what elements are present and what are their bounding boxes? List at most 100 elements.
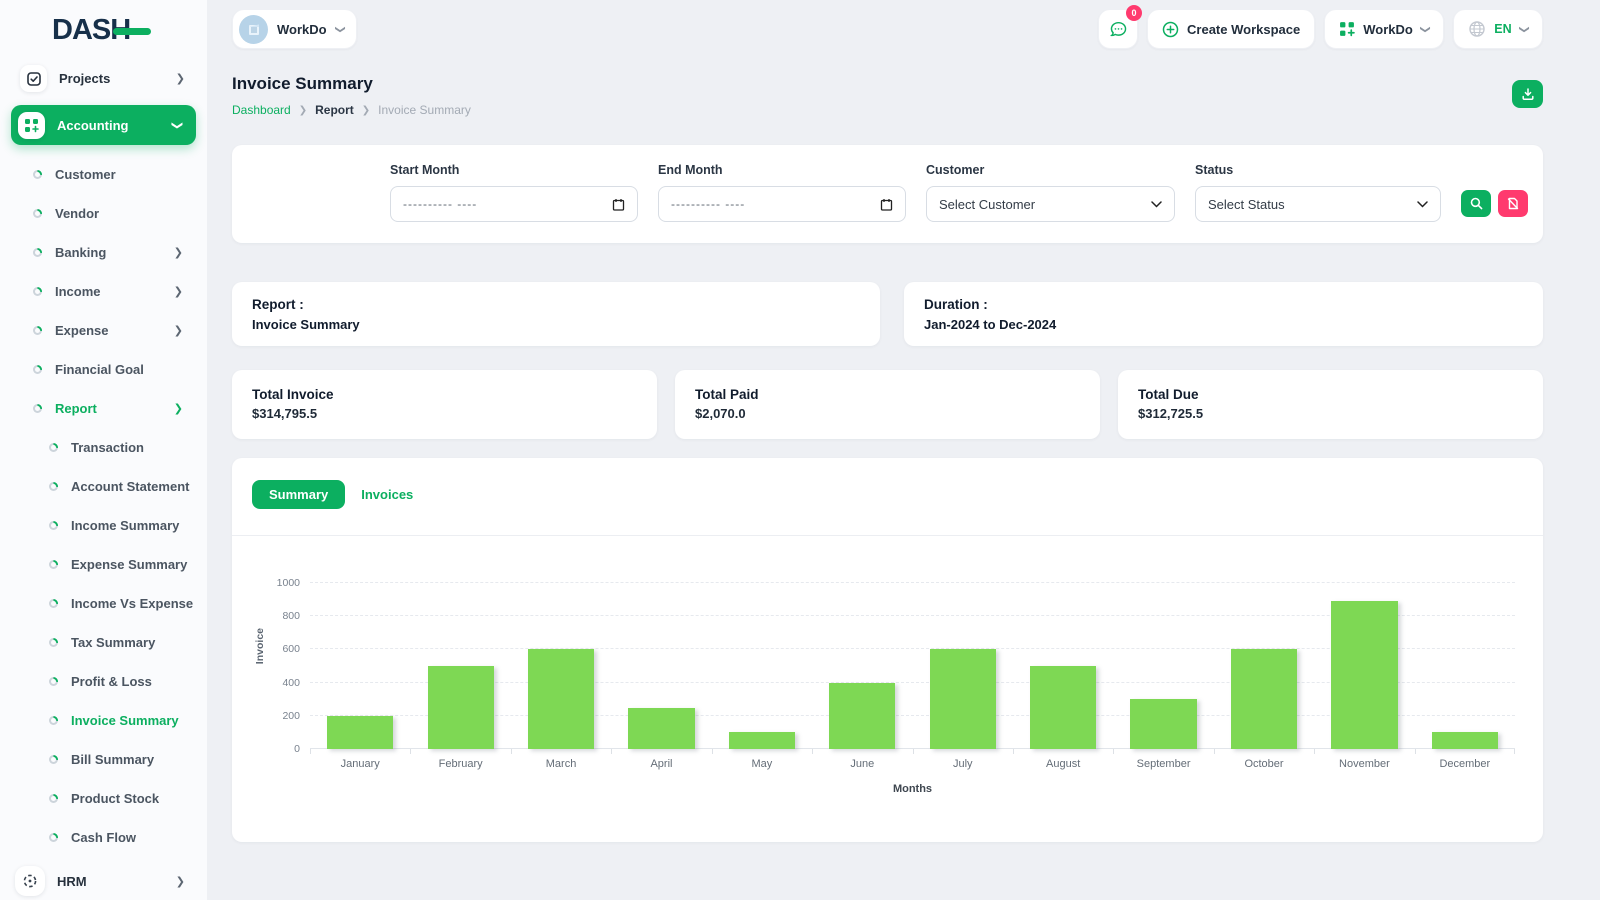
bullet-icon (33, 209, 42, 218)
sidebar-item-product-stock[interactable]: Product Stock (0, 779, 207, 818)
bar-slot-february (410, 550, 510, 749)
sidebar-item-tax-summary[interactable]: Tax Summary (0, 623, 207, 662)
bullet-icon (49, 560, 58, 569)
bar-april (628, 707, 695, 749)
sidebar-item-income-vs-expense[interactable]: Income Vs Expense (0, 584, 207, 623)
chevron-down-icon (1417, 200, 1428, 208)
breadcrumb-dashboard[interactable]: Dashboard (232, 103, 291, 117)
sidebar-item-cash-flow[interactable]: Cash Flow (0, 818, 207, 857)
customer-select[interactable]: Select Customer (926, 186, 1175, 222)
globe-icon (1469, 21, 1485, 37)
report-card-value: Invoice Summary (252, 317, 360, 332)
tab-invoices[interactable]: Invoices (361, 487, 413, 502)
bar-july (929, 649, 996, 749)
sidebar-item-expense-summary[interactable]: Expense Summary (0, 545, 207, 584)
bar-august (1030, 666, 1097, 749)
workdo-menu-button[interactable]: WorkDo ❯ (1324, 9, 1445, 49)
bullet-icon (33, 287, 42, 296)
chevron-right-icon: ❯ (361, 104, 371, 116)
bullet-icon (49, 482, 58, 491)
tab-summary[interactable]: Summary (252, 480, 346, 509)
page-header: Invoice Summary Dashboard ❯ Report ❯ Inv… (232, 74, 1543, 117)
workspace-selector[interactable]: WorkDo ❯ (232, 9, 357, 49)
dash-logo[interactable]: DAS H (0, 0, 207, 60)
sidebar-item-transaction[interactable]: Transaction (0, 428, 207, 467)
chevron-down-icon: ❯ (1518, 24, 1530, 34)
bullet-icon (33, 170, 42, 179)
end-month-input[interactable]: ---------- ---- (658, 186, 906, 222)
reset-filter-button[interactable] (1498, 190, 1528, 217)
x-label-may: May (711, 749, 812, 770)
total-due-value: $312,725.5 (1138, 406, 1204, 421)
sidebar-item-accounting[interactable]: Accounting ❯ (11, 105, 196, 145)
total-invoice-value: $314,795.5 (252, 406, 318, 421)
x-label-january: January (310, 749, 410, 770)
chevron-down-icon (1151, 200, 1162, 208)
bullet-icon (49, 521, 58, 530)
bar-slot-july (913, 550, 1013, 749)
bar-september (1130, 699, 1197, 749)
sidebar-item-customer[interactable]: Customer (0, 155, 207, 194)
chart-x-axis-title: Months (892, 783, 933, 795)
sidebar-item-profit-loss[interactable]: Profit & Loss (0, 662, 207, 701)
x-label-september: September (1113, 749, 1213, 770)
chevron-right-icon: ❯ (173, 286, 183, 298)
sidebar-item-financial-goal[interactable]: Financial Goal (0, 350, 207, 389)
x-label-april: April (611, 749, 711, 770)
chart-bars (310, 550, 1515, 749)
apply-filter-button[interactable] (1461, 190, 1491, 217)
y-tick-label-600: 600 (282, 643, 300, 656)
bullet-icon (49, 794, 58, 803)
summary-chart-card: Summary Invoices Invoice 0 200 400 600 800 10… (232, 458, 1543, 842)
sidebar-item-account-statement[interactable]: Account Statement (0, 467, 207, 506)
bar-slot-april (611, 550, 711, 749)
bar-slot-august (1013, 550, 1113, 749)
status-select[interactable]: Select Status (1195, 186, 1441, 222)
chevron-down-icon: ❯ (170, 120, 183, 130)
breadcrumb-report[interactable]: Report (315, 103, 354, 117)
status-field: Status Select Status (1195, 163, 1441, 222)
plus-circle-icon (1162, 21, 1179, 37)
sidebar-item-projects[interactable]: Projects ❯ (0, 60, 207, 97)
customer-field: Customer Select Customer (926, 163, 1175, 222)
topbar: WorkDo ❯ 0 Create Workspace WorkDo ❯ EN … (207, 0, 1600, 58)
bullet-icon (49, 599, 58, 608)
chevron-down-icon: ❯ (1419, 24, 1431, 34)
total-invoice-card: Total Invoice $314,795.5 (232, 370, 657, 439)
sidebar-item-expense[interactable]: Expense ❯ (0, 311, 207, 350)
search-icon (1470, 197, 1482, 210)
bullet-icon (33, 326, 42, 335)
messages-button[interactable]: 0 (1098, 5, 1143, 49)
language-selector[interactable]: EN ❯ (1453, 9, 1543, 49)
chart-plot: 0 200 400 600 800 1000 (277, 550, 1515, 755)
y-tick-label-1000: 1000 (276, 577, 300, 589)
sidebar-item-report[interactable]: Report ❯ (0, 389, 207, 428)
breadcrumb-current: Invoice Summary (378, 103, 471, 117)
total-paid-value: $2,070.0 (695, 406, 746, 421)
bar-may (728, 732, 796, 749)
sidebar-item-hrm[interactable]: HRM ❯ (0, 859, 207, 900)
x-label-august: August (1012, 749, 1113, 770)
report-card-label: Report : (252, 297, 304, 312)
bullet-icon (33, 248, 42, 257)
divider (232, 535, 1543, 536)
bar-slot-november (1314, 550, 1414, 749)
total-due-card: Total Due $312,725.5 (1118, 370, 1543, 439)
sidebar-item-invoice-summary[interactable]: Invoice Summary (0, 701, 207, 740)
start-month-field: Start Month ---------- ---- (390, 163, 638, 222)
breadcrumb: Dashboard ❯ Report ❯ Invoice Summary (232, 103, 1543, 117)
sidebar-item-banking[interactable]: Banking ❯ (0, 233, 207, 272)
chevron-right-icon: ❯ (173, 403, 183, 415)
sidebar-item-income[interactable]: Income ❯ (0, 272, 207, 311)
sidebar-item-vendor[interactable]: Vendor (0, 194, 207, 233)
x-label-february: February (410, 749, 510, 770)
calendar-icon (612, 198, 625, 211)
bar-slot-june (812, 550, 912, 749)
start-month-input[interactable]: ---------- ---- (390, 186, 638, 222)
sidebar-item-bill-summary[interactable]: Bill Summary (0, 740, 207, 779)
create-workspace-button[interactable]: Create Workspace (1147, 9, 1316, 49)
calendar-icon (880, 198, 893, 211)
chevron-right-icon: ❯ (175, 875, 185, 888)
sidebar-item-income-summary[interactable]: Income Summary (0, 506, 207, 545)
download-report-button[interactable] (1512, 80, 1543, 108)
